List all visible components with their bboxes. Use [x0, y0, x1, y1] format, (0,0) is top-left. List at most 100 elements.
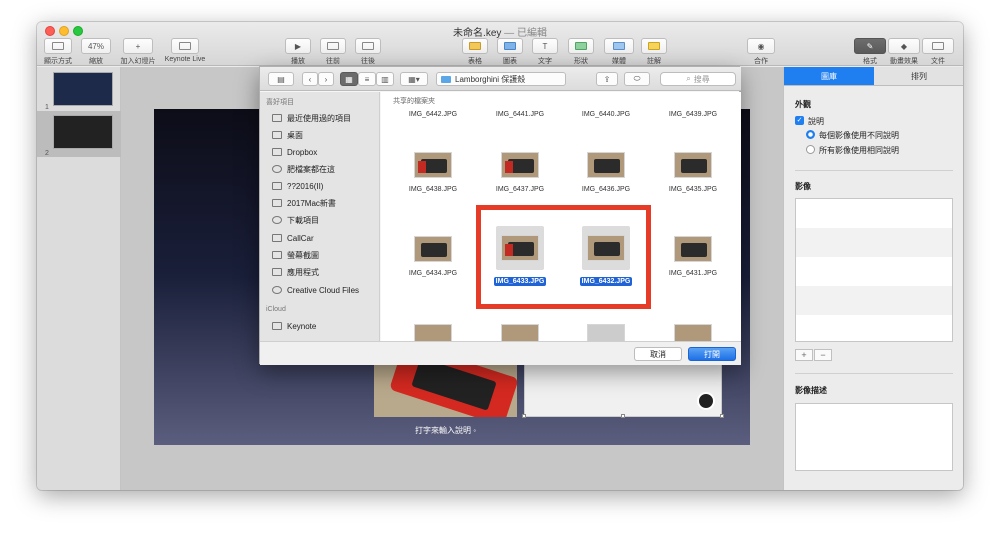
animate-label: 動畫效果	[890, 58, 918, 65]
slide-navigator: 1 2	[37, 67, 121, 490]
collaborate-button[interactable]: ◉	[747, 38, 775, 54]
media-button[interactable]	[604, 38, 634, 54]
back-button[interactable]: ‹	[302, 72, 318, 86]
animate-button[interactable]: ◆	[888, 38, 920, 54]
tab-arrange[interactable]: 排列	[874, 67, 963, 85]
slide-thumbnail-1[interactable]	[53, 72, 113, 106]
sidebar-item-desktop[interactable]: 桌面	[272, 129, 303, 141]
chevron-right-icon: ›	[324, 74, 328, 84]
desktop-icon	[272, 131, 282, 139]
view-button[interactable]	[44, 38, 72, 54]
arrange-button[interactable]: ▦▾	[400, 72, 428, 86]
share-icon: ⇪	[603, 74, 611, 84]
search-field[interactable]: ⌕ 搜尋	[660, 72, 736, 86]
bring-front-button[interactable]	[320, 38, 346, 54]
gallery-caption[interactable]: 打字來輸入說明 ◦	[374, 425, 517, 436]
sidebar-item-downloads[interactable]: 下載項目	[272, 214, 319, 226]
paintbrush-icon: ✎	[866, 41, 874, 51]
phone-image	[594, 159, 620, 173]
inspector-tabs: 圖庫 排列	[784, 67, 963, 86]
chart-button[interactable]	[497, 38, 523, 54]
zoom-value: 47%	[87, 41, 104, 51]
file-item[interactable]: IMG_6437.JPG	[480, 152, 560, 196]
file-item[interactable]: IMG_6434.JPG	[393, 236, 473, 280]
file-item[interactable]	[653, 324, 733, 341]
tag-button[interactable]: ⬭	[624, 72, 650, 86]
table-button[interactable]	[462, 38, 488, 54]
favorites-heading: 喜好項目	[266, 99, 294, 106]
open-button[interactable]: 打開	[688, 347, 736, 361]
sidebar-item-screenshots[interactable]: 螢幕截圖	[272, 249, 319, 261]
sidebar-item-applications[interactable]: 應用程式	[272, 266, 319, 278]
finder-sidebar: 喜好項目 最近使用過的項目 桌面 Dropbox 肥檔案都在這 ??2016(I…	[260, 92, 380, 341]
cancel-button[interactable]: 取消	[634, 347, 682, 361]
selection-handle[interactable]	[522, 414, 526, 418]
sidebar-item-2017-book[interactable]: 2017Mac新書	[272, 197, 336, 209]
format-label: 格式	[863, 58, 877, 65]
add-slide-button[interactable]: +	[123, 38, 153, 54]
apps-icon	[272, 268, 282, 276]
column-view-button[interactable]: ▥	[376, 72, 394, 86]
share-button[interactable]: ⇪	[596, 72, 618, 86]
zoom-select[interactable]: 47%	[81, 38, 111, 54]
icon-view-button[interactable]: ▦	[340, 72, 358, 86]
slide-thumbnail-2[interactable]	[53, 115, 113, 149]
file-item[interactable]	[480, 324, 560, 341]
image-thumbnail	[587, 324, 625, 341]
image-list[interactable]	[795, 198, 953, 342]
list-item[interactable]	[796, 257, 952, 286]
comment-button[interactable]	[641, 38, 667, 54]
selection-handle[interactable]	[621, 414, 625, 418]
image-thumbnail	[674, 236, 712, 262]
forward-button[interactable]: ›	[318, 72, 334, 86]
keynote-live-label: Keynote Live	[164, 56, 206, 63]
file-item[interactable]: IMG_6440.JPG	[566, 103, 646, 121]
slide-number: 2	[45, 150, 49, 157]
slide-number: 1	[45, 104, 49, 111]
view-label: 顯示方式	[44, 58, 72, 65]
list-item[interactable]	[796, 199, 952, 228]
clock-icon	[272, 114, 282, 122]
sidebar-item-recents[interactable]: 最近使用過的項目	[272, 112, 351, 124]
chart-icon	[504, 42, 516, 50]
sidebar-item-keynote[interactable]: Keynote	[272, 320, 316, 332]
shape-button[interactable]	[568, 38, 594, 54]
sidebar-item-creative-cloud[interactable]: Creative Cloud Files	[272, 284, 359, 296]
send-back-button[interactable]	[355, 38, 381, 54]
file-item[interactable]: IMG_6431.JPG	[653, 236, 733, 280]
remove-image-button[interactable]: −	[814, 349, 832, 361]
image-thumbnail	[674, 152, 712, 178]
sidebar-toggle-button[interactable]: ▤	[268, 72, 294, 86]
file-item[interactable]: IMG_6436.JPG	[566, 152, 646, 196]
format-button[interactable]: ✎	[854, 38, 886, 54]
file-item[interactable]: IMG_6439.JPG	[653, 103, 733, 121]
file-item[interactable]: IMG_6442.JPG	[393, 103, 473, 121]
text-button[interactable]: T	[532, 38, 558, 54]
image-thumbnail	[414, 324, 452, 341]
image-description-field[interactable]	[795, 403, 953, 471]
tab-gallery[interactable]: 圖庫	[784, 67, 874, 85]
list-view-button[interactable]: ≡	[358, 72, 376, 86]
list-item[interactable]	[796, 228, 952, 257]
sidebar-item-big-files[interactable]: 肥檔案都在這	[272, 163, 335, 175]
sidebar-item-dropbox[interactable]: Dropbox	[272, 146, 317, 158]
document-button[interactable]	[922, 38, 954, 54]
sidebar-item-2016[interactable]: ??2016(II)	[272, 180, 323, 192]
file-item[interactable]: IMG_6435.JPG	[653, 152, 733, 196]
caption-checkbox[interactable]: ✓	[795, 116, 804, 125]
sidebar-item-callcar[interactable]: CallCar	[272, 232, 314, 244]
add-image-button[interactable]: +	[795, 349, 813, 361]
file-item[interactable]	[566, 324, 646, 341]
file-item[interactable]	[393, 324, 473, 341]
keynote-live-button[interactable]	[171, 38, 199, 54]
play-button[interactable]: ▶	[285, 38, 311, 54]
file-item[interactable]: IMG_6438.JPG	[393, 152, 473, 196]
radio-different-captions[interactable]	[806, 130, 815, 139]
radio-same-caption[interactable]	[806, 145, 815, 154]
media-picker-icon[interactable]	[697, 392, 715, 410]
send-back-label: 往後	[361, 58, 375, 65]
file-item[interactable]: IMG_6441.JPG	[480, 103, 560, 121]
selection-handle[interactable]	[720, 414, 724, 418]
list-item[interactable]	[796, 286, 952, 315]
folder-path-popup[interactable]: Lamborghini 保護殼	[436, 72, 566, 86]
